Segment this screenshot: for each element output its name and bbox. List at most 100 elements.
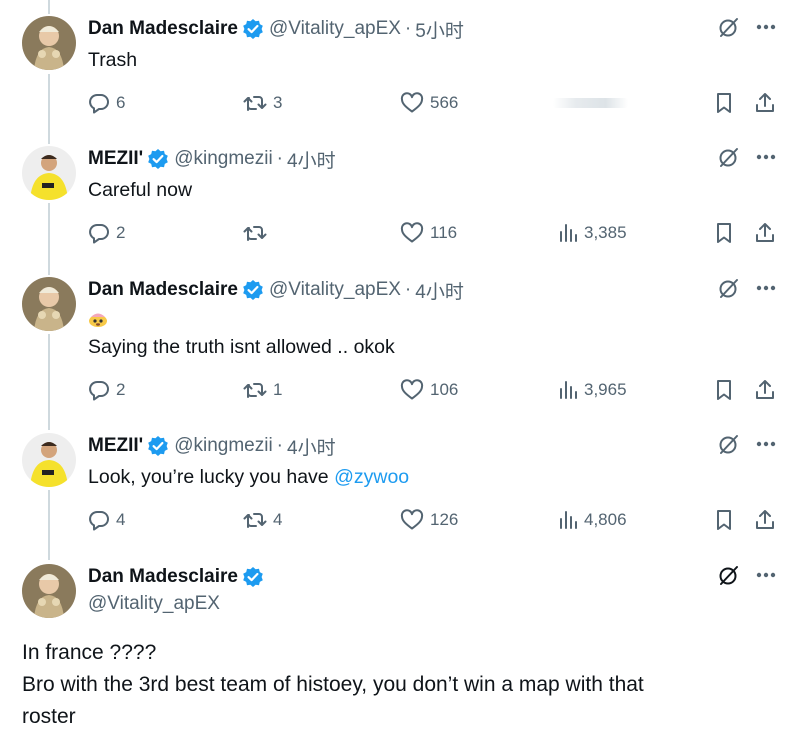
reply-count: 6 — [116, 93, 126, 112]
retweet-button[interactable]: 3 — [243, 89, 282, 117]
tweet-text: Saying the truth isnt allowed .. okok — [88, 336, 395, 358]
share-icon — [756, 93, 774, 112]
views-count: 3,965 — [584, 380, 627, 399]
retweet-count: 4 — [273, 510, 283, 529]
retweet-count: 3 — [273, 93, 283, 112]
tweet-top-icons — [718, 277, 776, 299]
tweet[interactable]: MEZII' @kingmezii · 4小时 Careful now 2 11… — [0, 146, 800, 256]
tweet-top-icons — [718, 433, 776, 455]
retweet-button[interactable]: 1 — [243, 376, 282, 404]
tweet-actions: 2 1 106 3,965 — [88, 376, 776, 404]
reply-button[interactable]: 2 — [88, 376, 125, 404]
avatar[interactable] — [22, 146, 76, 200]
avatar[interactable] — [22, 433, 76, 487]
views-button[interactable]: 3,385 — [558, 219, 627, 247]
like-button[interactable]: 566 — [400, 89, 458, 117]
like-count: 126 — [430, 510, 459, 529]
retweet-icon — [243, 96, 267, 111]
views-button[interactable]: 4,806 — [558, 506, 627, 534]
more-icon[interactable] — [756, 24, 776, 30]
mention-link[interactable]: @zywoo — [334, 466, 409, 488]
reply-icon — [89, 381, 109, 401]
handle[interactable]: @kingmezii — [174, 435, 272, 457]
grok-icon[interactable] — [718, 564, 740, 586]
grok-icon[interactable] — [718, 433, 740, 455]
bookmark-button[interactable] — [714, 219, 734, 247]
tweet[interactable]: Dan Madesclaire @Vitality_apEX · 4小时 Say… — [0, 277, 800, 407]
handle[interactable]: @kingmezii — [174, 148, 272, 170]
timestamp[interactable]: 4小时 — [287, 433, 336, 460]
reply-icon — [89, 511, 109, 531]
reply-button[interactable]: 2 — [88, 219, 125, 247]
reply-button[interactable]: 4 — [88, 506, 125, 534]
tweet-header: MEZII' @kingmezii · 4小时 — [88, 146, 336, 172]
like-button[interactable]: 106 — [400, 376, 458, 404]
verified-badge-icon — [147, 148, 169, 170]
tweet-actions: 4 4 126 4,806 — [88, 506, 776, 534]
timestamp[interactable]: 4小时 — [287, 146, 336, 173]
verified-badge-icon — [242, 279, 264, 301]
views-button[interactable]: 3,965 — [558, 376, 627, 404]
bookmark-icon — [717, 510, 731, 530]
share-icon — [756, 380, 774, 399]
share-button[interactable] — [754, 506, 776, 534]
tweet[interactable]: MEZII' @kingmezii · 4小时 Look, you’re luc… — [0, 433, 800, 543]
tweet-top-icons — [718, 146, 776, 168]
reply-icon — [89, 224, 109, 244]
bookmark-button[interactable] — [714, 89, 734, 117]
handle[interactable]: @Vitality_apEX — [269, 18, 401, 40]
like-count: 116 — [430, 223, 458, 242]
avatar[interactable] — [22, 564, 76, 618]
share-button[interactable] — [754, 89, 776, 117]
grok-icon[interactable] — [718, 277, 740, 299]
separator-dot: · — [276, 148, 283, 169]
grok-icon[interactable] — [718, 16, 740, 38]
verified-badge-icon — [242, 18, 264, 40]
bookmark-icon — [717, 223, 731, 243]
like-button[interactable]: 126 — [400, 506, 458, 534]
share-button[interactable] — [754, 219, 776, 247]
more-icon[interactable] — [756, 441, 776, 447]
separator-dot: · — [276, 435, 283, 456]
retweet-icon — [243, 226, 267, 241]
more-icon[interactable] — [756, 285, 776, 291]
tweet-text: Trash — [88, 49, 138, 71]
bookmark-button[interactable] — [714, 376, 734, 404]
tweet-header: Dan Madesclaire @Vitality_apEX · 4小时 — [88, 277, 464, 303]
avatar[interactable] — [22, 277, 76, 331]
views-count: 3,385 — [584, 223, 627, 242]
bookmark-icon — [717, 380, 731, 400]
views-icon — [560, 224, 577, 242]
more-icon[interactable] — [756, 572, 776, 578]
like-icon — [400, 92, 424, 113]
handle[interactable]: @Vitality_apEX — [88, 593, 220, 615]
grok-icon[interactable] — [718, 146, 740, 168]
bookmark-icon — [717, 93, 731, 113]
avatar[interactable] — [22, 16, 76, 70]
tweet-top-icons — [718, 16, 776, 38]
display-name[interactable]: MEZII' — [88, 435, 143, 457]
tweet-header: Dan Madesclaire @Vitality_apEX · 5小时 — [88, 16, 464, 42]
retweet-icon — [243, 513, 267, 528]
more-icon[interactable] — [756, 154, 776, 160]
retweet-button[interactable]: 4 — [243, 506, 282, 534]
like-button[interactable]: 116 — [400, 219, 457, 247]
display-name[interactable]: Dan Madesclaire — [88, 18, 238, 40]
views-count-obscured — [553, 98, 628, 108]
reply-button[interactable]: 6 — [88, 89, 125, 117]
share-button[interactable] — [754, 376, 776, 404]
handle[interactable]: @Vitality_apEX — [269, 279, 401, 301]
tweet-header: MEZII' @kingmezii · 4小时 — [88, 433, 336, 459]
tweet[interactable]: Dan Madesclaire @Vitality_apEX · 5小时 Tra… — [0, 16, 800, 126]
retweet-button[interactable] — [243, 219, 273, 247]
display-name[interactable]: Dan Madesclaire — [88, 279, 238, 301]
bookmark-button[interactable] — [714, 506, 734, 534]
separator-dot: · — [404, 279, 412, 300]
timestamp[interactable]: 4小时 — [415, 277, 464, 304]
main-tweet-line: roster — [22, 705, 76, 728]
display-name[interactable]: MEZII' — [88, 148, 143, 170]
reply-count: 2 — [116, 380, 126, 399]
display-name[interactable]: Dan Madesclaire — [88, 566, 238, 588]
tweet-actions: 6 3 566 — [88, 89, 776, 117]
timestamp[interactable]: 5小时 — [415, 16, 464, 43]
